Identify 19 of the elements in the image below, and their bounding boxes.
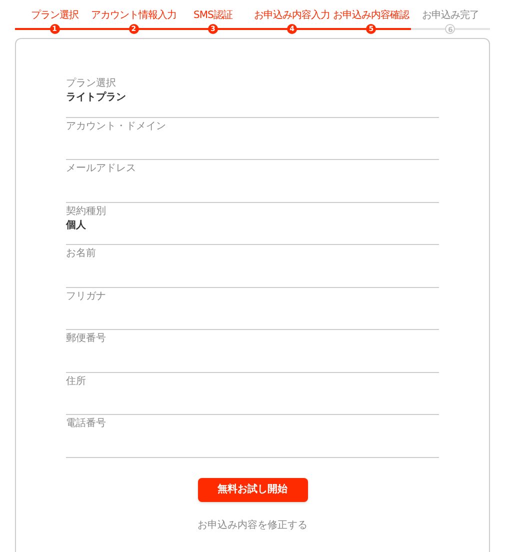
field-label: お名前 [66,247,97,261]
step-label: お申込み完了 [422,9,479,23]
field-label: フリガナ [66,290,107,304]
field-value: 個人 [66,218,87,232]
edit-link[interactable]: お申込み内容を修正する [198,518,308,532]
step-label: お申込み内容確認 [333,9,410,23]
field-label: プラン選択 [66,77,117,91]
step-label: SMS認証 [193,9,232,23]
field-label: アカウント・ドメイン [66,120,167,134]
step-label: お申込み内容入力 [254,9,330,23]
field-label: メールアドレス [66,162,137,176]
field-label: 郵便番号 [66,332,107,346]
submit-button[interactable]: 無料お試し開始 [198,478,308,502]
field-value: ライトプラン [66,91,127,105]
field-label: 契約種別 [66,204,107,218]
step-label: アカウント情報入力 [91,9,176,23]
step-label: プラン選択 [30,9,78,23]
field-label: 住所 [66,374,87,388]
field-label: 電話番号 [66,417,107,431]
